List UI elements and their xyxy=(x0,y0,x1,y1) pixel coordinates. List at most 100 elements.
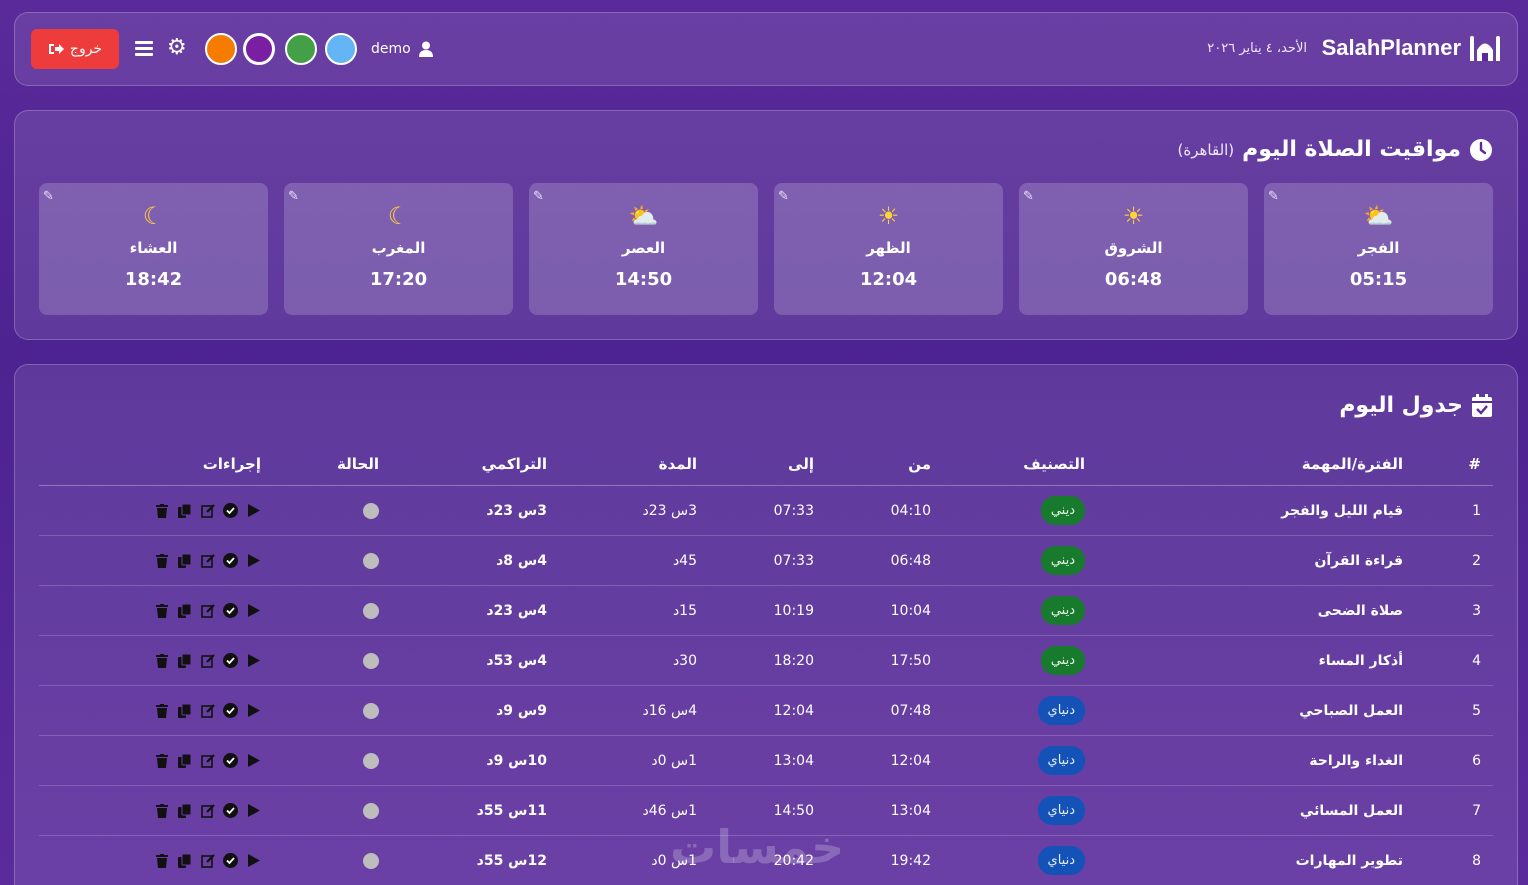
row-actions xyxy=(154,603,261,618)
copy-icon[interactable] xyxy=(177,503,192,518)
prayer-time: 17:20 xyxy=(369,269,428,290)
row-num: 7 xyxy=(1472,802,1481,819)
row-num: 6 xyxy=(1472,752,1481,769)
status-indicator[interactable] xyxy=(363,602,379,619)
row-actions xyxy=(154,803,261,818)
status-indicator[interactable] xyxy=(363,502,379,519)
delete-icon[interactable] xyxy=(154,503,169,518)
copy-icon[interactable] xyxy=(177,753,192,768)
calendar-check-icon xyxy=(1472,393,1492,417)
check-circle-icon[interactable] xyxy=(223,653,238,668)
status-indicator[interactable] xyxy=(363,852,379,869)
moon-icon: ☾ xyxy=(142,202,165,230)
col-actions: إجراءات xyxy=(202,455,261,473)
play-icon[interactable] xyxy=(246,653,261,668)
col-from: من xyxy=(908,455,931,473)
theme-swatch-orange[interactable] xyxy=(205,33,237,65)
edit-icon[interactable]: ✎ xyxy=(1268,189,1279,204)
brand[interactable]: SalahPlanner xyxy=(1322,35,1501,61)
check-circle-icon[interactable] xyxy=(223,703,238,718)
copy-icon[interactable] xyxy=(177,703,192,718)
from-time: 10:04 xyxy=(890,602,931,619)
col-to: إلى xyxy=(788,455,814,473)
user-menu[interactable]: demo xyxy=(371,41,433,57)
copy-icon[interactable] xyxy=(177,653,192,668)
prayer-time: 05:15 xyxy=(1349,269,1408,290)
edit-icon[interactable]: ✎ xyxy=(1023,189,1034,204)
category-badge: ديني xyxy=(1040,496,1085,525)
category-badge: ديني xyxy=(1040,596,1085,625)
current-date: الأحد، ٤ يناير ٢٠٢٦ xyxy=(1207,41,1307,56)
col-duration: المدة xyxy=(658,455,697,473)
delete-icon[interactable] xyxy=(154,803,169,818)
theme-swatch-purple[interactable] xyxy=(243,33,275,65)
check-circle-icon[interactable] xyxy=(223,603,238,618)
to-time: 12:04 xyxy=(773,702,814,719)
prayer-name: الشروق xyxy=(1104,239,1163,257)
delete-icon[interactable] xyxy=(154,703,169,718)
duration: 45د xyxy=(672,552,697,569)
table-row: 1 قيام الليل والفجر ديني 04:10 07:33 3س 23د 3س… xyxy=(39,486,1493,536)
to-time: 10:19 xyxy=(773,602,814,619)
edit-icon[interactable] xyxy=(200,553,215,568)
row-actions xyxy=(154,503,261,518)
play-icon[interactable] xyxy=(246,803,261,818)
status-indicator[interactable] xyxy=(363,552,379,569)
clock-icon xyxy=(1470,138,1492,161)
prayer-card-isha: ✎ ☾ العشاء 18:42 xyxy=(39,183,268,315)
check-circle-icon[interactable] xyxy=(223,503,238,518)
copy-icon[interactable] xyxy=(177,603,192,618)
cumulative: 3س 23د xyxy=(486,502,547,519)
logout-button[interactable]: خروج xyxy=(31,29,119,69)
play-icon[interactable] xyxy=(246,853,261,868)
check-circle-icon[interactable] xyxy=(223,553,238,568)
menu-icon[interactable] xyxy=(135,41,153,57)
to-time: 18:20 xyxy=(773,652,814,669)
status-indicator[interactable] xyxy=(363,752,379,769)
gear-icon[interactable]: ⚙ xyxy=(167,37,187,59)
top-bar: SalahPlanner الأحد، ٤ يناير ٢٠٢٦ demo ⚙ … xyxy=(14,12,1518,86)
delete-icon[interactable] xyxy=(154,853,169,868)
status-indicator[interactable] xyxy=(363,702,379,719)
play-icon[interactable] xyxy=(246,553,261,568)
edit-icon[interactable]: ✎ xyxy=(43,189,54,204)
from-time: 12:04 xyxy=(890,752,931,769)
brand-name: SalahPlanner xyxy=(1321,35,1461,60)
status-indicator[interactable] xyxy=(363,802,379,819)
copy-icon[interactable] xyxy=(177,853,192,868)
row-actions xyxy=(154,853,261,868)
delete-icon[interactable] xyxy=(154,653,169,668)
play-icon[interactable] xyxy=(246,703,261,718)
delete-icon[interactable] xyxy=(154,603,169,618)
edit-icon[interactable] xyxy=(200,503,215,518)
edit-icon[interactable] xyxy=(200,603,215,618)
check-circle-icon[interactable] xyxy=(223,803,238,818)
edit-icon[interactable] xyxy=(200,803,215,818)
edit-icon[interactable] xyxy=(200,853,215,868)
play-icon[interactable] xyxy=(246,603,261,618)
edit-icon[interactable]: ✎ xyxy=(533,189,544,204)
copy-icon[interactable] xyxy=(177,803,192,818)
category-badge: دنياي xyxy=(1037,746,1085,775)
row-actions xyxy=(154,553,261,568)
row-num: 5 xyxy=(1472,702,1481,719)
edit-icon[interactable] xyxy=(200,753,215,768)
status-indicator[interactable] xyxy=(363,652,379,669)
edit-icon[interactable] xyxy=(200,653,215,668)
duration: 1س 0د xyxy=(651,752,697,769)
edit-icon[interactable]: ✎ xyxy=(288,189,299,204)
edit-icon[interactable] xyxy=(200,703,215,718)
schedule-table: # الفترة/المهمة التصنيف من إلى المدة الت… xyxy=(39,443,1493,885)
delete-icon[interactable] xyxy=(154,753,169,768)
delete-icon[interactable] xyxy=(154,553,169,568)
theme-swatch-blue[interactable] xyxy=(325,33,357,65)
sun-icon: ☀ xyxy=(1122,202,1145,230)
copy-icon[interactable] xyxy=(177,553,192,568)
theme-swatch-green[interactable] xyxy=(285,33,317,65)
edit-icon[interactable]: ✎ xyxy=(778,189,789,204)
check-circle-icon[interactable] xyxy=(223,753,238,768)
sun-cloud-icon: ⛅ xyxy=(1363,202,1394,230)
play-icon[interactable] xyxy=(246,753,261,768)
check-circle-icon[interactable] xyxy=(223,853,238,868)
play-icon[interactable] xyxy=(246,503,261,518)
